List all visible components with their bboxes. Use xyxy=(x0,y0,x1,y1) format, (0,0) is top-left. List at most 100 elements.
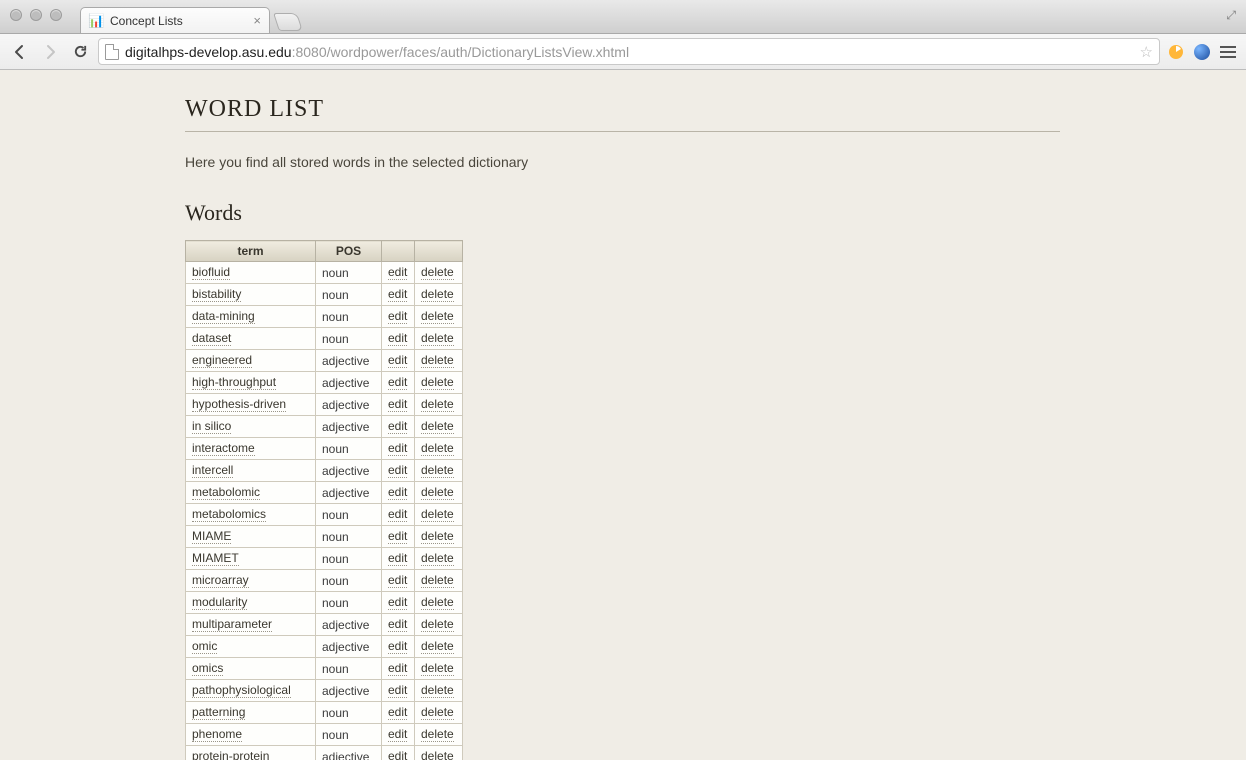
term-link[interactable]: engineered xyxy=(192,353,252,368)
pos-cell: adjective xyxy=(316,636,382,658)
pos-cell: noun xyxy=(316,658,382,680)
delete-link[interactable]: delete xyxy=(421,287,454,302)
edit-link[interactable]: edit xyxy=(388,639,407,654)
edit-link[interactable]: edit xyxy=(388,617,407,632)
window-zoom-button[interactable] xyxy=(50,9,62,21)
pos-cell: noun xyxy=(316,306,382,328)
tab-strip: 📊 Concept Lists × xyxy=(80,5,300,33)
edit-link[interactable]: edit xyxy=(388,309,407,324)
edit-link[interactable]: edit xyxy=(388,727,407,742)
delete-link[interactable]: delete xyxy=(421,749,454,760)
edit-link[interactable]: edit xyxy=(388,683,407,698)
table-header-row: term POS xyxy=(186,241,463,262)
bookmark-star-icon[interactable]: ☆ xyxy=(1140,43,1153,61)
edit-link[interactable]: edit xyxy=(388,353,407,368)
delete-link[interactable]: delete xyxy=(421,507,454,522)
delete-link[interactable]: delete xyxy=(421,331,454,346)
new-tab-button[interactable] xyxy=(273,13,303,31)
delete-link[interactable]: delete xyxy=(421,683,454,698)
window-close-button[interactable] xyxy=(10,9,22,21)
term-link[interactable]: in silico xyxy=(192,419,231,434)
term-link[interactable]: omics xyxy=(192,661,223,676)
edit-link[interactable]: edit xyxy=(388,441,407,456)
term-link[interactable]: MIAME xyxy=(192,529,231,544)
edit-link[interactable]: edit xyxy=(388,551,407,566)
delete-link[interactable]: delete xyxy=(421,617,454,632)
edit-link[interactable]: edit xyxy=(388,375,407,390)
edit-link[interactable]: edit xyxy=(388,419,407,434)
delete-link[interactable]: delete xyxy=(421,529,454,544)
delete-link[interactable]: delete xyxy=(421,639,454,654)
header-delete xyxy=(415,241,463,262)
edit-link[interactable]: edit xyxy=(388,529,407,544)
delete-link[interactable]: delete xyxy=(421,551,454,566)
delete-link[interactable]: delete xyxy=(421,595,454,610)
browser-tab-active[interactable]: 📊 Concept Lists × xyxy=(80,7,270,33)
term-link[interactable]: microarray xyxy=(192,573,249,588)
term-link[interactable]: metabolomics xyxy=(192,507,266,522)
page-viewport[interactable]: WORD LIST Here you find all stored words… xyxy=(0,70,1246,760)
pos-cell: noun xyxy=(316,548,382,570)
edit-link[interactable]: edit xyxy=(388,573,407,588)
term-link[interactable]: multiparameter xyxy=(192,617,272,632)
delete-link[interactable]: delete xyxy=(421,419,454,434)
delete-link[interactable]: delete xyxy=(421,353,454,368)
extension-globe-icon[interactable] xyxy=(1192,42,1212,62)
term-link[interactable]: intercell xyxy=(192,463,233,478)
delete-link[interactable]: delete xyxy=(421,397,454,412)
delete-link[interactable]: delete xyxy=(421,309,454,324)
term-link[interactable]: interactome xyxy=(192,441,255,456)
edit-link[interactable]: edit xyxy=(388,265,407,280)
delete-link[interactable]: delete xyxy=(421,463,454,478)
window-minimize-button[interactable] xyxy=(30,9,42,21)
delete-link[interactable]: delete xyxy=(421,375,454,390)
delete-link[interactable]: delete xyxy=(421,661,454,676)
table-row: engineered adjective edit delete xyxy=(186,350,463,372)
header-term[interactable]: term xyxy=(186,241,316,262)
term-link[interactable]: omic xyxy=(192,639,217,654)
delete-link[interactable]: delete xyxy=(421,441,454,456)
term-link[interactable]: MIAMET xyxy=(192,551,239,566)
reload-button[interactable] xyxy=(68,40,92,64)
term-link[interactable]: high-throughput xyxy=(192,375,276,390)
term-link[interactable]: metabolomic xyxy=(192,485,260,500)
edit-link[interactable]: edit xyxy=(388,463,407,478)
header-pos[interactable]: POS xyxy=(316,241,382,262)
edit-link[interactable]: edit xyxy=(388,507,407,522)
delete-link[interactable]: delete xyxy=(421,573,454,588)
address-bar[interactable]: digitalhps-develop.asu.edu:8080/wordpowe… xyxy=(98,38,1160,65)
edit-link[interactable]: edit xyxy=(388,287,407,302)
term-link[interactable]: data-mining xyxy=(192,309,255,324)
edit-link[interactable]: edit xyxy=(388,485,407,500)
delete-link[interactable]: delete xyxy=(421,265,454,280)
term-link[interactable]: pathophysiological xyxy=(192,683,291,698)
delete-link[interactable]: delete xyxy=(421,485,454,500)
edit-link[interactable]: edit xyxy=(388,705,407,720)
extension-lastpass-icon[interactable] xyxy=(1166,42,1186,62)
tab-close-button[interactable]: × xyxy=(253,13,261,28)
fullscreen-icon[interactable]: ⤢ xyxy=(1226,8,1236,23)
pos-cell: noun xyxy=(316,592,382,614)
term-link[interactable]: biofluid xyxy=(192,265,230,280)
term-link[interactable]: modularity xyxy=(192,595,247,610)
back-button[interactable] xyxy=(8,40,32,64)
delete-link[interactable]: delete xyxy=(421,727,454,742)
term-link[interactable]: dataset xyxy=(192,331,231,346)
term-link[interactable]: bistability xyxy=(192,287,241,302)
edit-link[interactable]: edit xyxy=(388,661,407,676)
pos-cell: adjective xyxy=(316,350,382,372)
term-link[interactable]: patterning xyxy=(192,705,245,720)
edit-link[interactable]: edit xyxy=(388,397,407,412)
term-link[interactable]: hypothesis-driven xyxy=(192,397,286,412)
term-link[interactable]: protein-protein xyxy=(192,749,269,760)
table-row: modularity noun edit delete xyxy=(186,592,463,614)
pos-cell: adjective xyxy=(316,416,382,438)
edit-link[interactable]: edit xyxy=(388,331,407,346)
header-edit xyxy=(382,241,415,262)
term-link[interactable]: phenome xyxy=(192,727,242,742)
delete-link[interactable]: delete xyxy=(421,705,454,720)
forward-button[interactable] xyxy=(38,40,62,64)
edit-link[interactable]: edit xyxy=(388,595,407,610)
chrome-menu-button[interactable] xyxy=(1218,42,1238,62)
edit-link[interactable]: edit xyxy=(388,749,407,760)
